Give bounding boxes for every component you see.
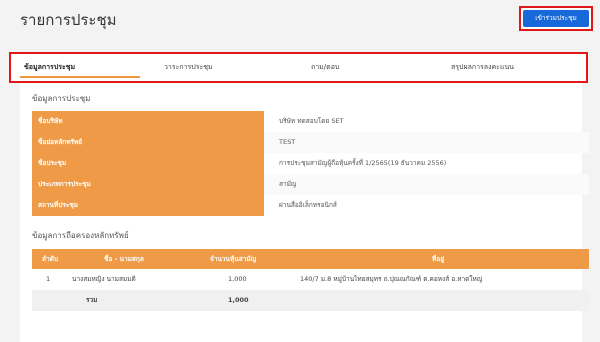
total-label: รวม xyxy=(86,296,98,304)
tab-bar: ข้อมูลการประชุม วาระการประชุม ถาม/ตอบ สร… xyxy=(9,52,588,83)
info-value: TEST xyxy=(264,132,589,153)
info-label: สถานที่ประชุม xyxy=(32,195,264,216)
cell-address: 140/7 ม.8 หมู่บ้านไทยสมุทร ถ.ปุณณกัณฑ์ ต… xyxy=(300,275,483,283)
content-panel: ข้อมูลการประชุม ชื่อบริษัท บริษัท ทดสอบโ… xyxy=(20,83,589,342)
info-row-company: ชื่อบริษัท บริษัท ทดสอบโดย SET xyxy=(32,111,589,132)
tab-meeting-info[interactable]: ข้อมูลการประชุม xyxy=(24,62,75,73)
info-row-symbol: ชื่อย่อหลักทรัพย์ TEST xyxy=(32,132,589,153)
total-row: รวม 1,000 xyxy=(32,290,589,311)
page-title: รายการประชุม xyxy=(20,11,117,29)
info-label: ชื่อบริษัท xyxy=(32,111,264,132)
cell-name: นางสมหญิง นามสมมติ xyxy=(72,275,136,283)
header-address: ที่อยู่ xyxy=(432,255,444,263)
total-shares: 1,000 xyxy=(228,296,249,304)
header-name: ชื่อ - นามสกุล xyxy=(104,255,144,263)
info-value: การประชุมสามัญผู้ถือหุ้นครั้งที่ 1/2565(… xyxy=(279,159,447,167)
header-shares: จำนวนหุ้นสามัญ xyxy=(210,255,257,263)
info-row-meeting-type: ประเภทการประชุม สามัญ xyxy=(32,174,589,195)
info-row-venue: สถานที่ประชุม ผ่านสื่ออิเล็กทรอนิกส์ xyxy=(32,195,589,216)
info-label: ประเภทการประชุม xyxy=(32,174,264,195)
meeting-info-section-title: ข้อมูลการประชุม xyxy=(32,94,91,103)
info-row-meeting-name: ชื่อประชุม การประชุมสามัญผู้ถือหุ้นครั้ง… xyxy=(32,153,589,174)
info-label: ชื่อประชุม xyxy=(32,153,264,174)
holdings-section-title: ข้อมูลการถือครองหลักทรัพย์ xyxy=(32,231,129,240)
table-row: 1 นางสมหญิง นามสมมติ 1,000 140/7 ม.8 หมู… xyxy=(32,269,589,290)
cell-no: 1 xyxy=(46,275,51,283)
holdings-table-header: ลำดับ ชื่อ - นามสกุล จำนวนหุ้นสามัญ ที่อ… xyxy=(32,249,589,269)
tab-qa[interactable]: ถาม/ตอบ xyxy=(311,62,339,73)
info-value: ผ่านสื่ออิเล็กทรอนิกส์ xyxy=(279,201,337,209)
info-value: บริษัท ทดสอบโดย SET xyxy=(279,117,344,125)
info-value: สามัญ xyxy=(264,174,589,195)
join-meeting-button[interactable]: เข้าร่วมประชุม xyxy=(519,6,593,31)
tab-vote-summary[interactable]: สรุปผลการลงคะแนน xyxy=(451,62,514,73)
join-meeting-button-label: เข้าร่วมประชุม xyxy=(523,10,589,27)
active-tab-underline xyxy=(20,76,140,78)
tab-agenda[interactable]: วาระการประชุม xyxy=(164,62,213,73)
cell-shares: 1,000 xyxy=(228,275,247,283)
header-no: ลำดับ xyxy=(42,255,58,263)
info-label: ชื่อย่อหลักทรัพย์ xyxy=(32,132,264,153)
